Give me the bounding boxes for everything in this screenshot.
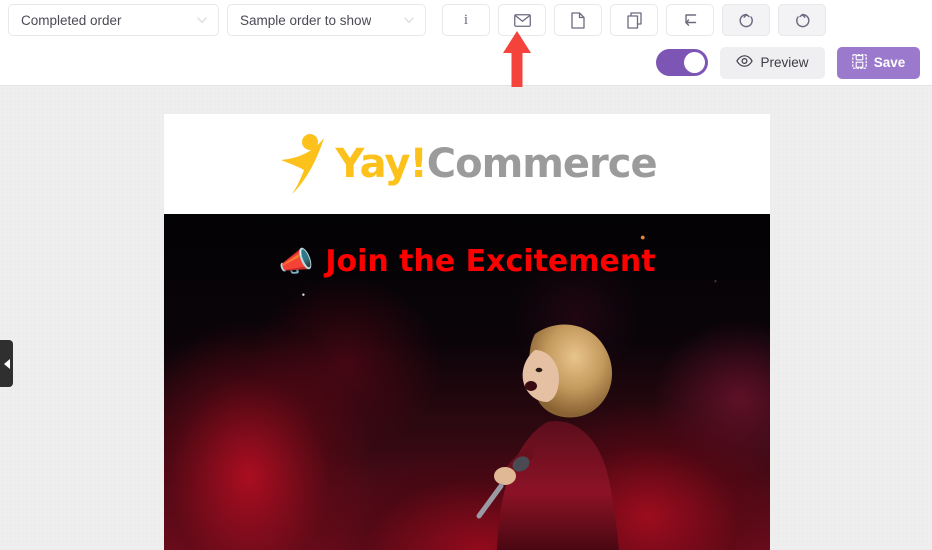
enable-toggle[interactable] xyxy=(656,49,708,76)
email-button[interactable] xyxy=(498,4,546,36)
duplicate-icon xyxy=(626,11,642,29)
sample-order-select-value: Sample order to show xyxy=(240,12,372,28)
action-row: Preview Save xyxy=(0,40,932,85)
info-icon: i xyxy=(463,11,469,28)
page-button[interactable] xyxy=(554,4,602,36)
chevron-down-icon xyxy=(403,14,415,26)
brand-logo: Yay!Commerce xyxy=(277,133,658,195)
tool-button-group: i xyxy=(442,4,826,36)
reply-arrow-icon xyxy=(682,13,699,28)
undo-button[interactable] xyxy=(722,4,770,36)
order-status-select[interactable]: Completed order xyxy=(8,4,219,36)
email-logo-block[interactable]: Yay!Commerce xyxy=(164,114,770,214)
chevron-left-icon xyxy=(3,358,10,369)
floppy-disk-icon xyxy=(851,53,867,72)
save-button[interactable]: Save xyxy=(837,46,920,79)
chevron-down-icon xyxy=(196,14,208,26)
sidebar-collapse-handle[interactable] xyxy=(0,340,13,387)
hero-headline-text: Join the Excitement xyxy=(325,244,656,279)
sample-order-select[interactable]: Sample order to show xyxy=(227,4,426,36)
save-button-label: Save xyxy=(873,55,906,70)
performer-figure xyxy=(439,290,659,550)
redo-button[interactable] xyxy=(778,4,826,36)
logo-text: Yay!Commerce xyxy=(335,141,658,187)
hero-headline[interactable]: 📣 Join the Excitement xyxy=(164,244,770,279)
email-hero-block[interactable]: 📣 Join the Excitement xyxy=(164,214,770,550)
duplicate-button[interactable] xyxy=(610,4,658,36)
preview-button-label: Preview xyxy=(760,55,809,70)
logo-text-yay: Yay! xyxy=(335,141,427,187)
yay-swoosh-icon xyxy=(277,133,333,195)
reply-button[interactable] xyxy=(666,4,714,36)
megaphone-icon: 📣 xyxy=(278,245,314,277)
editor-workspace: Yay!Commerce 📣 Join the Excitement xyxy=(0,86,932,550)
eye-icon xyxy=(736,55,754,70)
redo-icon xyxy=(794,12,811,29)
order-status-select-value: Completed order xyxy=(21,12,122,28)
email-builder-app: Completed order Sample order to show i P… xyxy=(0,0,932,550)
toggle-knob xyxy=(684,52,705,73)
page-icon xyxy=(571,11,585,29)
undo-icon xyxy=(738,12,755,29)
info-button[interactable]: i xyxy=(442,4,490,36)
email-canvas[interactable]: Yay!Commerce 📣 Join the Excitement xyxy=(164,114,770,550)
toolbar-row: Completed order Sample order to show i xyxy=(0,0,932,40)
logo-text-commerce: Commerce xyxy=(426,141,658,187)
app-header: Completed order Sample order to show i P… xyxy=(0,0,932,86)
envelope-icon xyxy=(513,13,531,27)
preview-button[interactable]: Preview xyxy=(720,46,825,79)
